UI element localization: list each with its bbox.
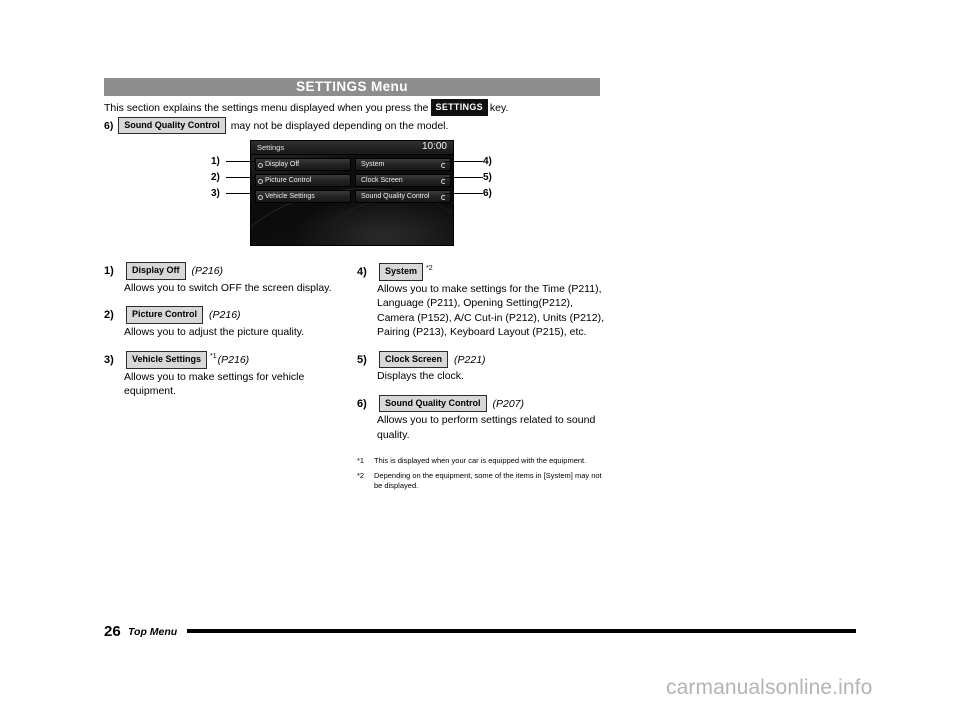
screen-clock: 10:00 <box>421 141 447 152</box>
screen-button-label: Display Off <box>265 161 300 168</box>
screen-menu-column-left: Display Off Picture Control Vehicle Sett… <box>255 158 351 206</box>
page-ref: (P216) <box>209 309 241 321</box>
footnote-marker: *2 <box>426 265 433 272</box>
sound-quality-control-item-badge: Sound Quality Control <box>379 394 487 412</box>
footer-rule <box>187 629 856 633</box>
page-ref: (P216) <box>191 265 224 277</box>
description-item-1: 1) Display Off (P216) Allows you to switch… <box>104 262 349 295</box>
arc-marker-icon <box>441 194 446 200</box>
callout-5: 5) <box>483 172 492 183</box>
arc-marker-icon <box>441 162 446 168</box>
section-title-bar: SETTINGS Menu <box>104 78 600 96</box>
item-number: 3) <box>104 354 114 366</box>
description-item-4-head: 4) System *2 <box>357 262 605 281</box>
item-description: Allows you to perform settings related t… <box>377 414 596 441</box>
item-description: Allows you to adjust the picture quality… <box>124 325 305 338</box>
item-number: 2) <box>104 309 114 321</box>
description-item-6: 6) Sound Quality Control (P207) Allows you… <box>357 394 605 443</box>
vehicle-settings-badge: Vehicle Settings <box>126 351 208 369</box>
item-number: 5) <box>357 353 367 366</box>
description-item-3-head: 3) Vehicle Settings *1(P216) <box>104 350 349 369</box>
screen-menu-column-right: System Clock Screen Sound Quality Contro… <box>355 158 451 206</box>
footer-section-label: Top Menu <box>128 626 178 638</box>
radio-dot-icon <box>258 194 263 200</box>
description-item-2: 2) Picture Control (P216) Allows you to ad… <box>104 306 349 339</box>
footnote-marker: *1 <box>210 353 217 360</box>
leader-line-4 <box>445 161 483 162</box>
item-number: 4) <box>357 266 367 278</box>
radio-dot-icon <box>258 162 263 168</box>
footnotes-block: *1 This is displayed when your car is eq… <box>357 456 607 496</box>
footnote-mark: *1 <box>357 456 365 465</box>
intro-line-1: This section explains the settings menu … <box>104 99 614 116</box>
intro-paragraph: This section explains the settings menu … <box>104 99 614 134</box>
intro-line-2-text: may not be displayed depending on the mo… <box>230 119 449 132</box>
radio-dot-icon <box>258 178 263 184</box>
screen-button-vehicle-settings[interactable]: Vehicle Settings <box>255 190 351 203</box>
manual-page: SETTINGS Menu This section explains the … <box>0 0 960 708</box>
intro-text-before: This section explains the settings menu … <box>104 102 429 114</box>
description-item-6-head: 6) Sound Quality Control (P207) <box>357 394 605 412</box>
footnote-row: *1 This is displayed when your car is eq… <box>357 456 607 466</box>
intro-item-number: 6) <box>104 119 114 132</box>
screen-button-label: System <box>361 161 385 168</box>
site-watermark: carmanualsonline.info <box>666 676 873 699</box>
item-description: Allows you to make settings for the Time… <box>377 282 605 339</box>
system-badge: System <box>379 263 424 281</box>
item-number: 1) <box>104 265 114 277</box>
leader-line-2 <box>226 177 255 178</box>
screen-button-label: Vehicle Settings <box>265 193 315 200</box>
settings-key-badge: SETTINGS <box>430 99 488 116</box>
screen-button-picture-control[interactable]: Picture Control <box>255 174 351 187</box>
settings-screen-figure: Settings 10:00 Display Off Picture Contr… <box>250 140 454 246</box>
intro-text-after: key. <box>489 102 509 114</box>
arc-marker-icon <box>441 178 446 184</box>
description-item-5: 5) Clock Screen (P221) Displays the clock. <box>357 350 605 384</box>
head-unit-screen: Settings 10:00 Display Off Picture Contr… <box>250 140 454 246</box>
footnote-mark: *2 <box>357 471 365 480</box>
description-item-2-head: 2) Picture Control (P216) <box>104 306 349 324</box>
item-description: Displays the clock. <box>377 370 464 382</box>
page-number: 26 <box>104 623 121 640</box>
callout-6: 6) <box>483 188 492 199</box>
item-description: Allows you to make settings for vehicle … <box>124 370 305 398</box>
item-number: 6) <box>357 397 367 410</box>
description-item-4: 4) System *2 Allows you to make settings f… <box>357 262 605 340</box>
intro-line-2: 6) Sound Quality Control may not be disp… <box>104 116 614 134</box>
description-item-3: 3) Vehicle Settings *1(P216) Allows you to… <box>104 350 349 399</box>
screen-button-label: Sound Quality Control <box>361 193 430 200</box>
page-ref: (P207) <box>492 397 525 410</box>
clock-screen-badge: Clock Screen <box>379 350 449 368</box>
screen-button-clock-screen[interactable]: Clock Screen <box>355 174 451 187</box>
callout-1: 1) <box>211 156 220 167</box>
footnote-row: *2 Depending on the equipment, some of t… <box>357 471 607 491</box>
picture-control-badge: Picture Control <box>126 306 204 324</box>
item-description: Allows you to switch OFF the screen disp… <box>124 281 332 294</box>
screen-button-label: Clock Screen <box>361 177 403 184</box>
callout-2: 2) <box>211 172 220 183</box>
description-column-right: 4) System *2 Allows you to make settings f… <box>357 262 605 453</box>
display-off-badge: Display Off <box>126 262 186 280</box>
description-item-1-head: 1) Display Off (P216) <box>104 262 349 280</box>
screen-title: Settings <box>257 143 285 152</box>
leader-line-5 <box>445 177 483 178</box>
footnote-text: Depending on the equipment, some of the … <box>374 471 602 490</box>
screen-button-system[interactable]: System <box>355 158 451 171</box>
description-column-left: 1) Display Off (P216) Allows you to switch… <box>104 262 349 410</box>
callout-4: 4) <box>483 156 492 167</box>
screen-button-display-off[interactable]: Display Off <box>255 158 351 171</box>
page-ref: (P221) <box>454 353 486 366</box>
leader-line-3 <box>226 193 255 194</box>
screen-button-label: Picture Control <box>265 177 312 184</box>
leader-line-6 <box>445 193 483 194</box>
description-item-5-head: 5) Clock Screen (P221) <box>357 350 605 368</box>
leader-line-1 <box>226 161 255 162</box>
page-ref: (P216) <box>217 354 250 366</box>
callout-3: 3) <box>211 188 220 199</box>
footnote-text: This is displayed when your car is equip… <box>374 456 587 465</box>
sound-quality-control-badge: Sound Quality Control <box>118 116 226 134</box>
screen-button-sound-quality-control[interactable]: Sound Quality Control <box>355 190 451 203</box>
